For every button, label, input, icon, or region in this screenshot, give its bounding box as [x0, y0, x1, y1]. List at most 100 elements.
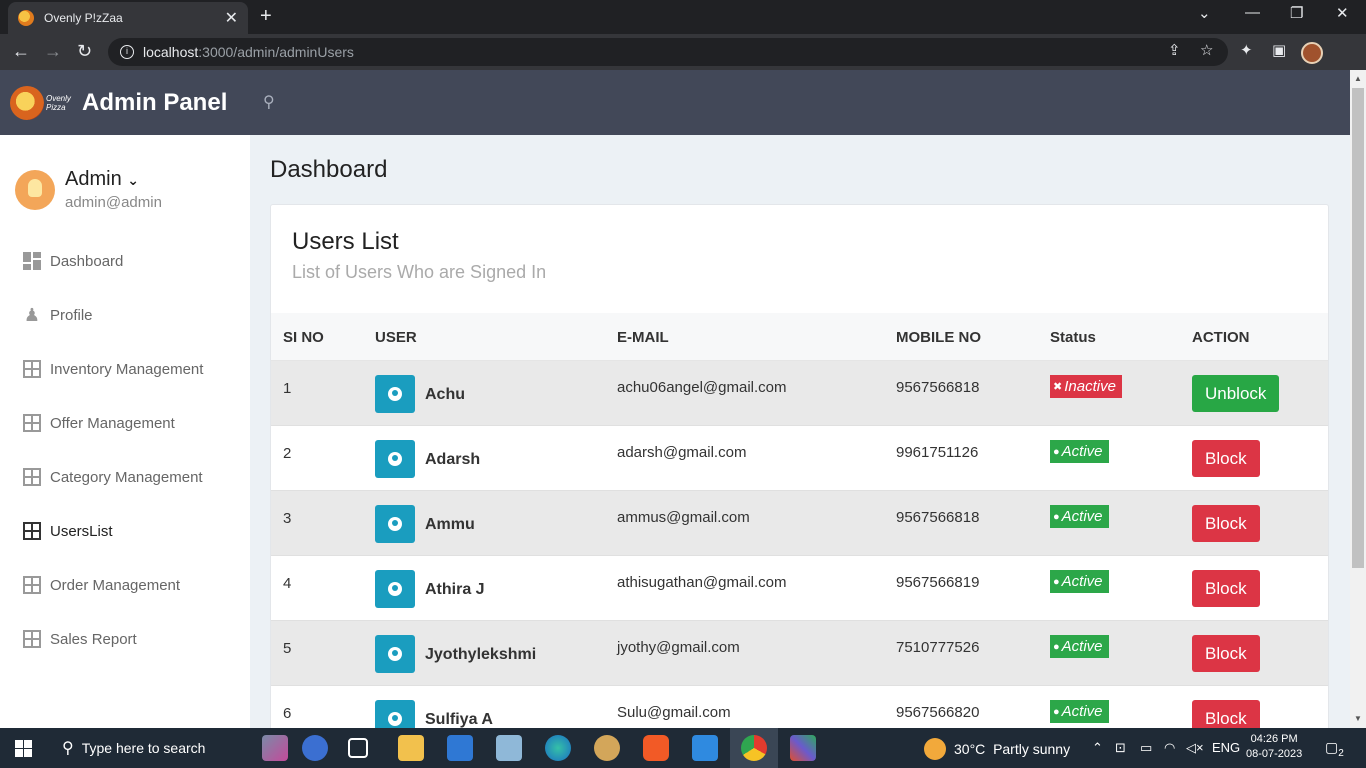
row-number: 1 — [283, 380, 292, 397]
restore-icon[interactable]: ❐ — [1290, 4, 1303, 22]
extensions-icon[interactable]: ✦ — [1240, 41, 1253, 59]
clock-time: 04:26 PM — [1250, 733, 1298, 745]
taskbar-search[interactable]: ⚲ Type here to search — [48, 728, 248, 768]
file-explorer-icon[interactable] — [398, 735, 424, 761]
table-row: 4 Athira J athisugathan@gmail.com 956756… — [271, 556, 1328, 621]
forward-icon[interactable]: → — [44, 41, 62, 62]
chevron-up-icon[interactable]: ⌃ — [1092, 740, 1103, 756]
mail-icon[interactable] — [447, 735, 473, 761]
user-circle-icon — [375, 505, 415, 543]
user-mobile: 7510777526 — [896, 639, 980, 656]
block-button[interactable]: Block — [1192, 505, 1260, 542]
brand[interactable]: Ovenly Pizza Admin Panel — [10, 86, 227, 120]
browser-tab[interactable]: Ovenly P!zZaa ✕ — [8, 2, 248, 34]
block-button[interactable]: Block — [1192, 635, 1260, 672]
admin-topbar: Ovenly Pizza Admin Panel ⚲ — [0, 70, 1350, 135]
git-icon[interactable] — [790, 735, 816, 761]
new-tab-icon[interactable]: + — [260, 5, 272, 28]
language-indicator[interactable]: ENG — [1212, 740, 1240, 755]
weather-widget[interactable]: 30°C Partly sunny — [924, 738, 1070, 760]
status-text: Active — [1061, 508, 1103, 525]
table-row: 3 Ammu ammus@gmail.com 9567566818 ● Activ… — [271, 491, 1328, 556]
sidebar-item-userslist[interactable]: UsersList — [0, 504, 250, 558]
sidebar-item-sales-report[interactable]: Sales Report — [0, 612, 250, 666]
info-icon[interactable]: i — [120, 45, 134, 59]
temperature: 30°C — [954, 741, 986, 757]
user-email: Sulu@gmail.com — [617, 704, 731, 721]
windows-start-icon[interactable] — [15, 740, 32, 757]
brave-browser-icon[interactable] — [643, 735, 669, 761]
clock[interactable]: 04:26 PM 08-07-2023 — [1246, 732, 1302, 762]
task-view-icon[interactable] — [348, 738, 368, 758]
sidebar-item-offers[interactable]: Offer Management — [0, 396, 250, 450]
sidebar-item-dashboard[interactable]: Dashboard — [0, 234, 250, 288]
edge-browser-icon[interactable] — [545, 735, 571, 761]
column-header-status: Status — [1050, 329, 1096, 346]
address-bar[interactable]: i localhost:3000/admin/adminUsers — [108, 38, 1228, 66]
chrome-icon[interactable] — [741, 735, 767, 761]
user-icon: ● — [1053, 640, 1060, 653]
tab-title: Ovenly P!zZaa — [44, 11, 123, 25]
user-mobile: 9567566819 — [896, 574, 980, 591]
sidebar-item-category[interactable]: Category Management — [0, 450, 250, 504]
grid-icon — [23, 576, 41, 594]
headset-icon[interactable] — [302, 735, 328, 761]
page: Ovenly Pizza Admin Panel ⚲ Admin ⌄ admin… — [0, 70, 1350, 728]
notes-icon[interactable] — [496, 735, 522, 761]
vscode-icon[interactable] — [692, 735, 718, 761]
status-badge: ● Active — [1050, 700, 1109, 723]
row-number: 2 — [283, 445, 292, 462]
status-badge: ● Active — [1050, 505, 1109, 528]
sidebar-item-label: Order Management — [50, 576, 181, 594]
game-bar-icon[interactable] — [262, 735, 288, 761]
profile-name-dropdown[interactable]: Admin ⌄ — [65, 168, 162, 191]
unblock-button[interactable]: Unblock — [1192, 375, 1280, 412]
browser-profile-avatar[interactable] — [1301, 42, 1323, 64]
status-text: Inactive — [1064, 378, 1116, 395]
back-icon[interactable]: ← — [12, 41, 30, 62]
scroll-up-icon[interactable]: ▲ — [1354, 74, 1362, 83]
side-panel-icon[interactable]: ▣ — [1272, 41, 1286, 59]
column-header-user: USER — [375, 329, 417, 346]
share-icon[interactable]: ⇪ — [1168, 41, 1181, 59]
browser-tabstrip: Ovenly P!zZaa ✕ + ⌄ — ❐ ✕ — [0, 0, 1366, 34]
url-host: localhost — [143, 44, 199, 60]
user-name: Adarsh — [425, 451, 481, 468]
profile-email: admin@admin — [65, 194, 162, 211]
reload-icon[interactable]: ↻ — [77, 41, 92, 62]
close-icon[interactable]: ✕ — [225, 8, 238, 28]
page-scrollbar[interactable]: ▲ ▼ — [1350, 70, 1366, 728]
sidebar-item-orders[interactable]: Order Management — [0, 558, 250, 612]
bookmark-star-icon[interactable]: ☆ — [1200, 41, 1213, 59]
pizza-favicon-icon — [18, 10, 34, 26]
block-button[interactable]: Block — [1192, 440, 1260, 477]
paint-icon[interactable] — [594, 735, 620, 761]
minimize-icon[interactable]: — — [1245, 4, 1260, 21]
meet-icon[interactable]: ⊡ — [1115, 740, 1126, 756]
battery-icon[interactable]: ▭ — [1140, 740, 1152, 756]
scroll-down-icon[interactable]: ▼ — [1354, 714, 1362, 723]
grid-icon — [23, 522, 41, 540]
chevron-down-icon[interactable]: ⌄ — [1198, 4, 1211, 22]
volume-muted-icon[interactable]: ◁× — [1186, 740, 1204, 756]
profile-block[interactable]: Admin ⌄ admin@admin — [15, 168, 162, 211]
sidebar-item-label: Dashboard — [50, 252, 124, 270]
card-subtitle: List of Users Who are Signed In — [292, 262, 547, 282]
scrollbar-thumb[interactable] — [1352, 88, 1364, 568]
search-icon[interactable]: ⚲ — [263, 92, 275, 112]
window-close-icon[interactable]: ✕ — [1336, 4, 1349, 22]
wifi-icon[interactable]: ◠ — [1164, 740, 1175, 756]
user-email: achu06angel@gmail.com — [617, 379, 787, 396]
row-number: 5 — [283, 640, 292, 657]
block-button[interactable]: Block — [1192, 570, 1260, 607]
notifications-icon[interactable]: ▢2 — [1325, 739, 1344, 759]
sidebar-item-inventory[interactable]: Inventory Management — [0, 342, 250, 396]
user-mobile: 9567566818 — [896, 509, 980, 526]
sidebar-item-profile[interactable]: ♟ Profile — [0, 288, 250, 342]
block-button[interactable]: Block — [1192, 700, 1260, 728]
status-badge: ● Active — [1050, 635, 1109, 658]
page-title: Dashboard — [270, 156, 388, 183]
user-name: Athira J — [425, 581, 485, 598]
user-icon: ● — [1053, 510, 1060, 523]
avatar — [15, 169, 55, 210]
